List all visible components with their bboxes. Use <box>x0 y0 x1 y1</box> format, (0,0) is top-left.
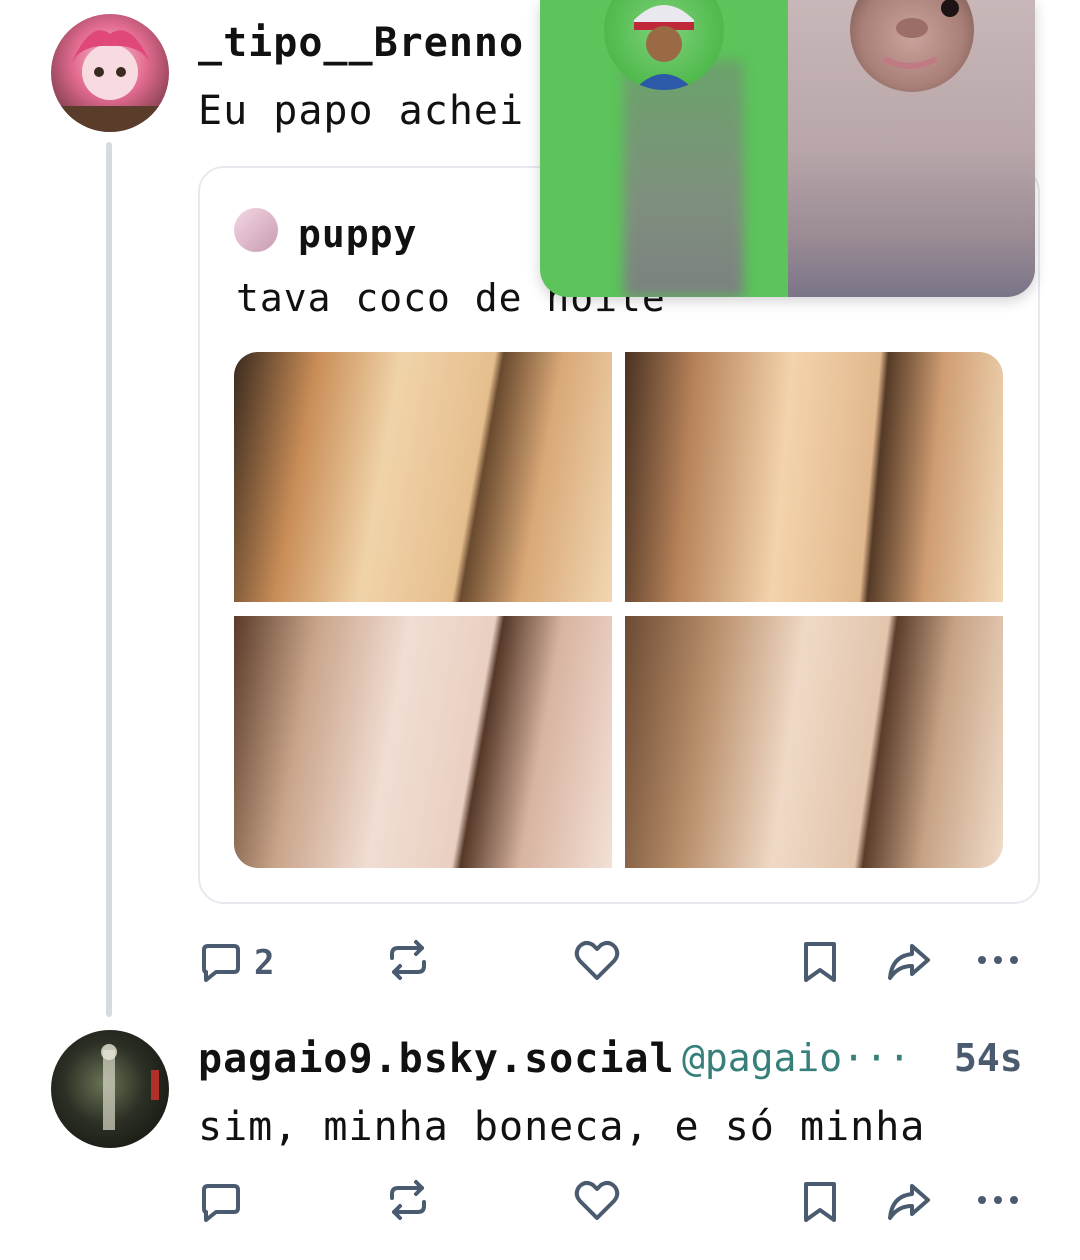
like-icon <box>574 940 620 980</box>
thread-line <box>106 142 112 1017</box>
reply-button[interactable]: 2 <box>198 940 274 986</box>
avatar-art-2 <box>101 1044 159 1130</box>
quoted-image-2[interactable] <box>625 352 1003 602</box>
bookmark-button[interactable] <box>800 938 840 986</box>
video-tile-left[interactable] <box>540 0 788 297</box>
author-avatar-2[interactable] <box>51 1030 169 1148</box>
post-text-2: sim, minha boneca, e só minha <box>198 1104 926 1150</box>
quoted-image-3[interactable] <box>234 616 612 868</box>
post-author-name[interactable]: _tipo__Brenno <box>198 20 524 66</box>
video-call-overlay[interactable] <box>540 0 1035 297</box>
share-button[interactable] <box>884 938 934 986</box>
bookmark-icon <box>804 942 836 982</box>
share-button-2[interactable] <box>884 1178 934 1226</box>
like-button[interactable] <box>572 936 622 984</box>
more-icon <box>978 956 1018 964</box>
share-icon <box>888 1184 930 1220</box>
repost-button[interactable] <box>384 936 432 984</box>
video-tile-right[interactable] <box>788 0 1035 297</box>
avatar-art <box>61 30 159 132</box>
quoted-image-1[interactable] <box>234 352 612 602</box>
post-text: Eu papo achei <box>198 88 525 134</box>
post-author-name-2[interactable]: pagaio9.bsky.social <box>198 1036 675 1082</box>
quoted-author-avatar <box>234 208 278 252</box>
like-button-2[interactable] <box>572 1176 622 1224</box>
like-icon <box>574 1180 620 1220</box>
bookmark-button-2[interactable] <box>800 1178 840 1226</box>
quoted-image-4[interactable] <box>625 616 1003 868</box>
share-icon <box>888 944 930 980</box>
reply-count: 2 <box>254 943 275 983</box>
participant-avatar <box>850 0 974 92</box>
author-handle[interactable]: @pagaio··· <box>682 1036 911 1080</box>
bookmark-icon <box>804 1182 836 1222</box>
quoted-author-name[interactable]: puppy <box>298 212 417 256</box>
author-avatar[interactable] <box>51 14 169 132</box>
more-icon <box>978 1196 1018 1204</box>
reply-button-2[interactable] <box>198 1180 244 1226</box>
repost-icon <box>390 940 426 980</box>
repost-button-2[interactable] <box>384 1176 432 1224</box>
more-button[interactable] <box>974 950 1022 970</box>
blurred-region <box>624 60 744 297</box>
post-timestamp[interactable]: 54s <box>954 1036 1023 1080</box>
reply-icon <box>202 944 240 982</box>
participant-face-art <box>883 0 959 69</box>
reply-icon <box>202 1184 240 1222</box>
repost-icon <box>390 1180 426 1220</box>
more-button-2[interactable] <box>974 1190 1022 1210</box>
